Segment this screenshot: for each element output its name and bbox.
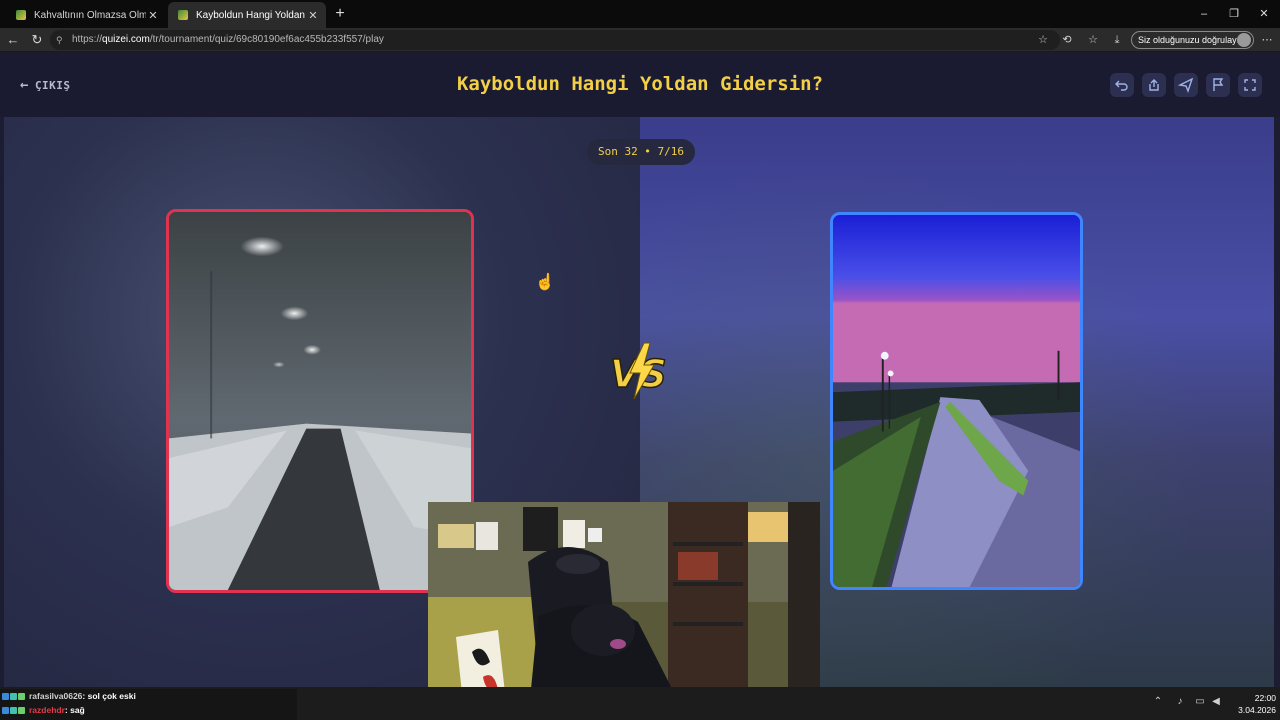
quiz-header: ← ÇIKIŞ Kayboldun Hangi Yoldan Gidersin? <box>0 53 1280 117</box>
lightning-bolt-icon: VS <box>609 342 668 400</box>
badge-icon <box>18 706 25 714</box>
send-icon[interactable] <box>1174 73 1198 97</box>
extensions-icon[interactable]: ⟲ <box>1057 30 1077 50</box>
more-options-icon[interactable]: ⋯ <box>1257 30 1277 50</box>
vs-emblem: VS <box>604 341 676 401</box>
badge-icon <box>10 706 17 714</box>
chevron-up-icon[interactable]: ⌃ <box>1150 694 1166 710</box>
tab-kahvalti[interactable]: Kahvaltının Olmazsa Olmazı - Tier ✕ <box>6 2 166 28</box>
browser-tab-bar: Kahvaltının Olmazsa Olmazı - Tier ✕ Kayb… <box>0 0 1280 28</box>
fullscreen-icon[interactable] <box>1238 73 1262 97</box>
download-icon[interactable]: ⤓ <box>1107 30 1127 50</box>
flag-icon[interactable] <box>1206 73 1230 97</box>
site-info-icon[interactable]: ⚲ <box>56 30 63 50</box>
site-favicon-icon <box>178 10 188 20</box>
profile-signin-button[interactable]: Siz olduğunuzu doğrulayın <box>1131 31 1254 49</box>
tab-label: Kayboldun Hangi Yoldan Gidersin? <box>196 9 306 21</box>
url-prefix: https:// <box>72 34 103 45</box>
badge-icon <box>2 706 9 714</box>
url-input[interactable]: ⚲ https://quizei.com/tr/tournament/quiz/6… <box>50 30 1060 50</box>
close-window-button[interactable]: ✕ <box>1252 4 1276 24</box>
back-icon[interactable]: ← <box>3 30 23 50</box>
reload-icon[interactable]: ↻ <box>27 30 47 50</box>
option-card-right[interactable] <box>830 212 1083 590</box>
dusk-path-image <box>833 215 1080 587</box>
page-title: Kayboldun Hangi Yoldan Gidersin? <box>456 73 824 95</box>
tab-close-icon[interactable]: ✕ <box>306 9 320 22</box>
url-path: /tr/tournament/quiz/69c80190ef6ac455b233… <box>149 34 384 45</box>
favorite-star-icon[interactable]: ☆ <box>1033 30 1053 50</box>
tab-close-icon[interactable]: ✕ <box>146 9 160 22</box>
system-clock[interactable]: 22:00 3.04.2026 <box>1226 692 1276 716</box>
site-favicon-icon <box>16 10 26 20</box>
signin-label: Siz olduğunuzu doğrulayın <box>1138 35 1245 45</box>
favorites-icon[interactable]: ☆ <box>1083 30 1103 50</box>
speaker-icon[interactable]: ◀ <box>1208 694 1224 710</box>
badge-icon <box>18 692 25 700</box>
chat-text: : sol çok eski <box>82 691 136 701</box>
tab-label: Kahvaltının Olmazsa Olmazı - Tier <box>34 9 146 21</box>
browser-address-bar: ← ↻ ⚲ https://quizei.com/tr/tournament/qu… <box>0 28 1280 52</box>
clock-time: 22:00 <box>1254 693 1276 703</box>
tab-kayboldun[interactable]: Kayboldun Hangi Yoldan Gidersin? ✕ <box>168 2 326 28</box>
badge-icon <box>2 692 9 700</box>
url-domain: quizei.com <box>102 34 150 45</box>
new-tab-button[interactable]: + <box>330 4 350 24</box>
clock-date: 3.04.2026 <box>1238 705 1276 715</box>
microphone-icon[interactable]: ♪ <box>1172 694 1188 710</box>
chat-username: razdehdr <box>29 705 65 715</box>
chat-message: rafasilva0626 : sol çok eski <box>0 689 297 703</box>
badge-icon <box>10 692 17 700</box>
undo-icon[interactable] <box>1110 73 1134 97</box>
avatar <box>1237 33 1251 47</box>
mouse-cursor-icon: ☝ <box>535 274 555 291</box>
foggy-snow-road-image <box>169 212 471 590</box>
share-icon[interactable] <box>1142 73 1166 97</box>
stream-chat-overlay: rafasilva0626 : sol çok eski razdehdr : … <box>0 689 297 720</box>
minimize-button[interactable]: – <box>1192 4 1216 24</box>
chat-text: : sağ <box>64 705 85 715</box>
chat-message: razdehdr : sağ <box>0 703 297 717</box>
maximize-button[interactable]: ❐ <box>1222 4 1246 24</box>
chat-username: rafasilva0626 <box>29 691 83 701</box>
round-badge: Son 32 • 7/16 <box>587 139 695 165</box>
display-icon[interactable]: ▭ <box>1192 694 1208 710</box>
